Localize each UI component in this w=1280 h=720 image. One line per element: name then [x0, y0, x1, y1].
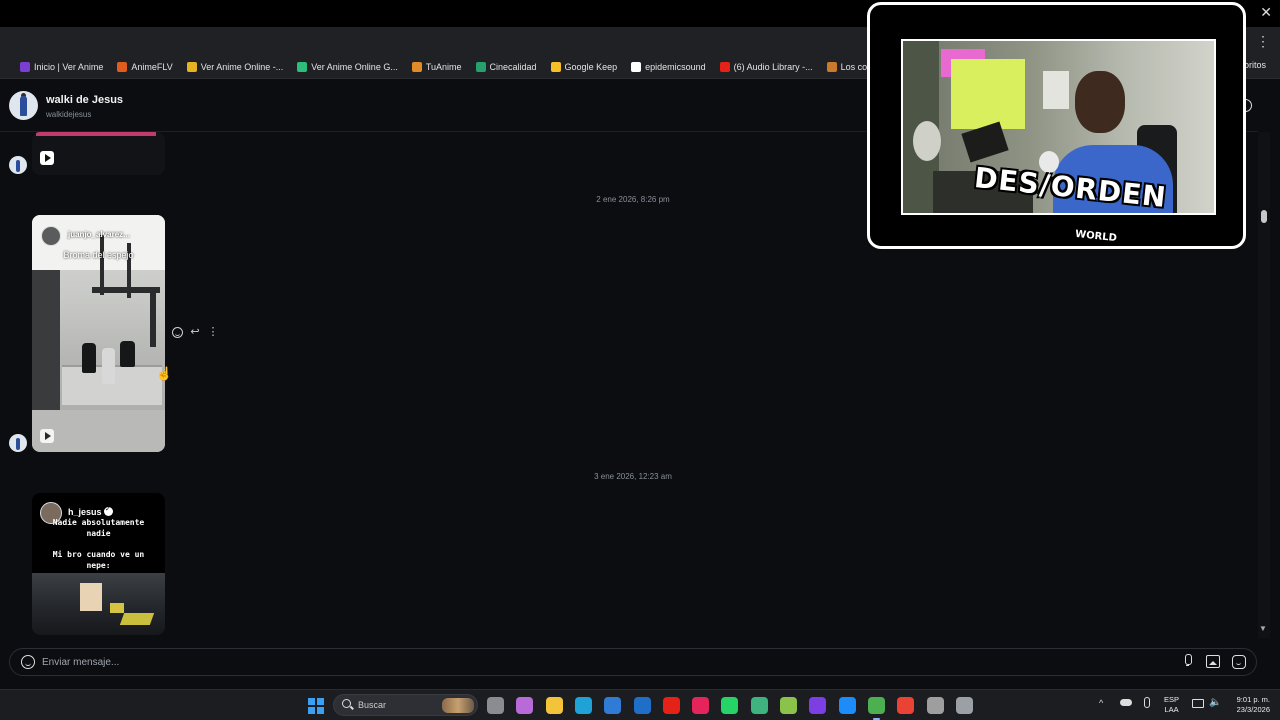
shared-reel-card[interactable] — [32, 132, 165, 175]
shared-reel-card[interactable]: juanjo_alvarez... Broma del espejo — [32, 215, 165, 452]
bookmark-item[interactable]: Inicio | Ver Anime — [20, 61, 104, 72]
sticker-icon[interactable] — [1232, 655, 1246, 669]
verified-badge-icon — [104, 505, 113, 516]
message-composer — [9, 648, 1257, 676]
tiktok-icon[interactable] — [692, 697, 710, 714]
bookmark-favicon-icon — [20, 61, 30, 72]
shared-post-card[interactable]: h_jesus Nadie absolutamente nadie Mi bro… — [32, 493, 165, 635]
bookmark-label: AnimeFLV — [131, 61, 173, 72]
image-upload-icon[interactable] — [1206, 655, 1220, 668]
sender-avatar[interactable] — [9, 434, 27, 452]
bookmark-label: Google Keep — [564, 61, 618, 72]
contact-avatar[interactable] — [9, 91, 38, 120]
bookmark-label: Inicio | Ver Anime — [34, 61, 104, 72]
mouse-cursor-icon: ☝ — [156, 366, 173, 381]
meme-text: Mi bro cuando ve un nepe: — [52, 550, 145, 570]
sender-avatar[interactable] — [9, 156, 27, 174]
chrome-icon[interactable] — [867, 697, 885, 720]
message-input[interactable] — [42, 652, 1162, 672]
more-options-icon[interactable]: ⋮ — [207, 326, 219, 338]
message-timestamp: 2 ene 2026, 8:26 pm — [596, 195, 670, 204]
bookmark-item[interactable]: TuAnime — [411, 61, 462, 72]
capcut-icon[interactable] — [838, 697, 856, 714]
input-language[interactable]: ESP LAA — [1164, 695, 1179, 715]
windows-taskbar: Buscar ^ ESP LAA 🔈 9:01 p. m. 23/3/2026 — [0, 689, 1280, 720]
contact-name[interactable]: walki de Jesus — [46, 94, 123, 106]
reel-icon — [40, 429, 54, 443]
bookmark-favicon-icon — [411, 61, 422, 72]
bookmark-favicon-icon — [475, 61, 486, 72]
bookmark-favicon-icon — [550, 61, 561, 72]
bookmark-item[interactable]: Google Keep — [550, 61, 618, 72]
bookmark-label: TuAnime — [425, 61, 462, 72]
message-actions: ↩ ⋮ — [172, 326, 219, 338]
youtube-icon[interactable] — [662, 697, 680, 714]
visual-studio-code-icon[interactable] — [780, 697, 797, 714]
volume-icon[interactable]: 🔈 — [1209, 697, 1221, 708]
onedrive-icon[interactable] — [1120, 699, 1132, 706]
bookmark-favicon-icon — [186, 61, 197, 72]
bookmark-favicon-icon — [631, 61, 642, 72]
bookmark-favicon-icon — [117, 61, 128, 72]
search-highlight-image — [442, 698, 474, 713]
network-icon[interactable] — [1192, 699, 1204, 708]
microphone-tray-icon[interactable] — [1144, 697, 1150, 708]
reply-icon[interactable]: ↩ — [189, 326, 201, 338]
bookmark-label: epidemicsound — [645, 61, 706, 72]
search-icon — [342, 699, 351, 708]
outlook-icon[interactable] — [633, 697, 651, 714]
settings-icon[interactable] — [955, 697, 973, 714]
bookmark-favicon-icon — [719, 61, 730, 72]
visual-studio-icon[interactable] — [809, 697, 827, 714]
chat-scrollbar[interactable] — [1258, 132, 1270, 638]
microphone-icon[interactable] — [1182, 654, 1192, 668]
bookmark-item[interactable]: epidemicsound — [631, 61, 706, 72]
bookmark-item[interactable]: AnimeFLV — [117, 61, 173, 72]
post-image — [32, 573, 165, 635]
bookmark-label: Cinecalidad — [489, 61, 537, 72]
store-icon[interactable] — [604, 697, 622, 714]
meme-text: Nadie absolutamente nadie — [52, 518, 145, 538]
tray-overflow-icon[interactable]: ^ — [1099, 698, 1103, 708]
bookmark-label: Ver Anime Online -... — [200, 61, 284, 72]
bookmark-item[interactable]: Ver Anime Online -... — [186, 61, 284, 72]
react-emoji-icon[interactable] — [172, 326, 183, 338]
bookmark-item[interactable]: (6) Audio Library -... — [719, 61, 813, 72]
chrome-alt-icon[interactable] — [897, 697, 915, 714]
close-window-icon[interactable]: ✕ — [1260, 4, 1272, 21]
task-view-icon[interactable] — [487, 697, 504, 714]
reel-icon — [40, 151, 54, 165]
bookmark-item[interactable]: Ver Anime Online G... — [297, 61, 398, 72]
emoji-icon[interactable] — [21, 655, 35, 669]
contact-handle: walkidejesus — [46, 110, 92, 119]
bookmark-item[interactable]: Cinecalidad — [475, 61, 537, 72]
bookmark-label: Ver Anime Online G... — [311, 61, 398, 72]
chrome-canary-icon[interactable] — [926, 697, 944, 714]
search-label: Buscar — [358, 700, 387, 710]
edge-dev-icon[interactable] — [750, 697, 768, 714]
file-explorer-icon[interactable] — [545, 697, 563, 714]
bookmark-favicon-icon — [826, 61, 837, 72]
webcam-overlay: DES/ORDEN WORLD — [867, 2, 1246, 249]
scrollbar-thumb[interactable] — [1261, 210, 1267, 223]
post-author[interactable]: juanjo_alvarez... — [68, 230, 130, 239]
bookmark-favicon-icon — [297, 61, 308, 72]
message-timestamp: 3 ene 2026, 12:23 am — [594, 472, 672, 481]
scroll-down-icon[interactable]: ▼ — [1259, 624, 1267, 633]
channel-logo-sub: WORLD — [1074, 228, 1118, 245]
taskbar-search[interactable]: Buscar — [333, 694, 478, 716]
browser-menu-icon[interactable]: ⋮ — [1256, 33, 1270, 50]
post-caption: Broma del espejo — [63, 250, 134, 260]
whatsapp-icon[interactable] — [721, 697, 739, 714]
post-author[interactable]: h_jesus — [68, 507, 102, 517]
post-author-avatar — [41, 226, 61, 246]
windows-start-icon[interactable] — [308, 698, 324, 714]
copilot-icon[interactable] — [516, 697, 534, 714]
edge-icon[interactable] — [574, 697, 592, 714]
bookmark-label: (6) Audio Library -... — [733, 61, 813, 72]
system-clock[interactable]: 9:01 p. m. 23/3/2026 — [1226, 695, 1270, 715]
